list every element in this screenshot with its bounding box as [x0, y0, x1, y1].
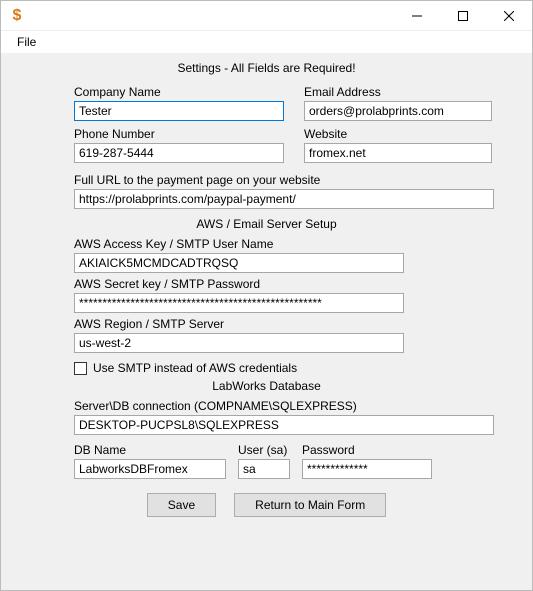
input-db-user[interactable]: [238, 459, 290, 479]
settings-form: Settings - All Fields are Required! Comp…: [1, 53, 532, 590]
minimize-button[interactable]: [394, 1, 440, 31]
label-email: Email Address: [304, 85, 514, 99]
input-company-name[interactable]: [74, 101, 284, 121]
label-phone: Phone Number: [74, 127, 284, 141]
checkbox-use-smtp[interactable]: [74, 362, 87, 375]
label-db-name: DB Name: [74, 443, 226, 457]
return-button[interactable]: Return to Main Form: [234, 493, 386, 517]
input-website[interactable]: [304, 143, 492, 163]
maximize-button[interactable]: [440, 1, 486, 31]
app-icon: $: [9, 8, 25, 24]
save-button[interactable]: Save: [147, 493, 216, 517]
input-db-conn[interactable]: [74, 415, 494, 435]
close-icon: [504, 11, 514, 21]
input-db-name[interactable]: [74, 459, 226, 479]
label-db-user: User (sa): [238, 443, 290, 457]
heading-aws: AWS / Email Server Setup: [19, 217, 514, 231]
input-phone[interactable]: [74, 143, 284, 163]
heading-db: LabWorks Database: [19, 379, 514, 393]
label-db-conn: Server\DB connection (COMPNAME\SQLEXPRES…: [74, 399, 514, 413]
label-aws-secret: AWS Secret key / SMTP Password: [74, 277, 514, 291]
label-website: Website: [304, 127, 514, 141]
label-company-name: Company Name: [74, 85, 284, 99]
label-payment-url: Full URL to the payment page on your web…: [74, 173, 514, 187]
input-aws-secret[interactable]: [74, 293, 404, 313]
input-db-password[interactable]: [302, 459, 432, 479]
close-button[interactable]: [486, 1, 532, 31]
minimize-icon: [412, 11, 422, 21]
label-aws-region: AWS Region / SMTP Server: [74, 317, 514, 331]
input-payment-url[interactable]: [74, 189, 494, 209]
menu-file[interactable]: File: [9, 33, 44, 51]
input-aws-access[interactable]: [74, 253, 404, 273]
label-db-password: Password: [302, 443, 432, 457]
menu-bar: File: [1, 31, 532, 53]
window-titlebar: $: [1, 1, 532, 31]
label-aws-access: AWS Access Key / SMTP User Name: [74, 237, 514, 251]
label-use-smtp: Use SMTP instead of AWS credentials: [93, 361, 297, 375]
heading-main: Settings - All Fields are Required!: [19, 61, 514, 75]
input-email[interactable]: [304, 101, 492, 121]
input-aws-region[interactable]: [74, 333, 404, 353]
maximize-icon: [458, 11, 468, 21]
